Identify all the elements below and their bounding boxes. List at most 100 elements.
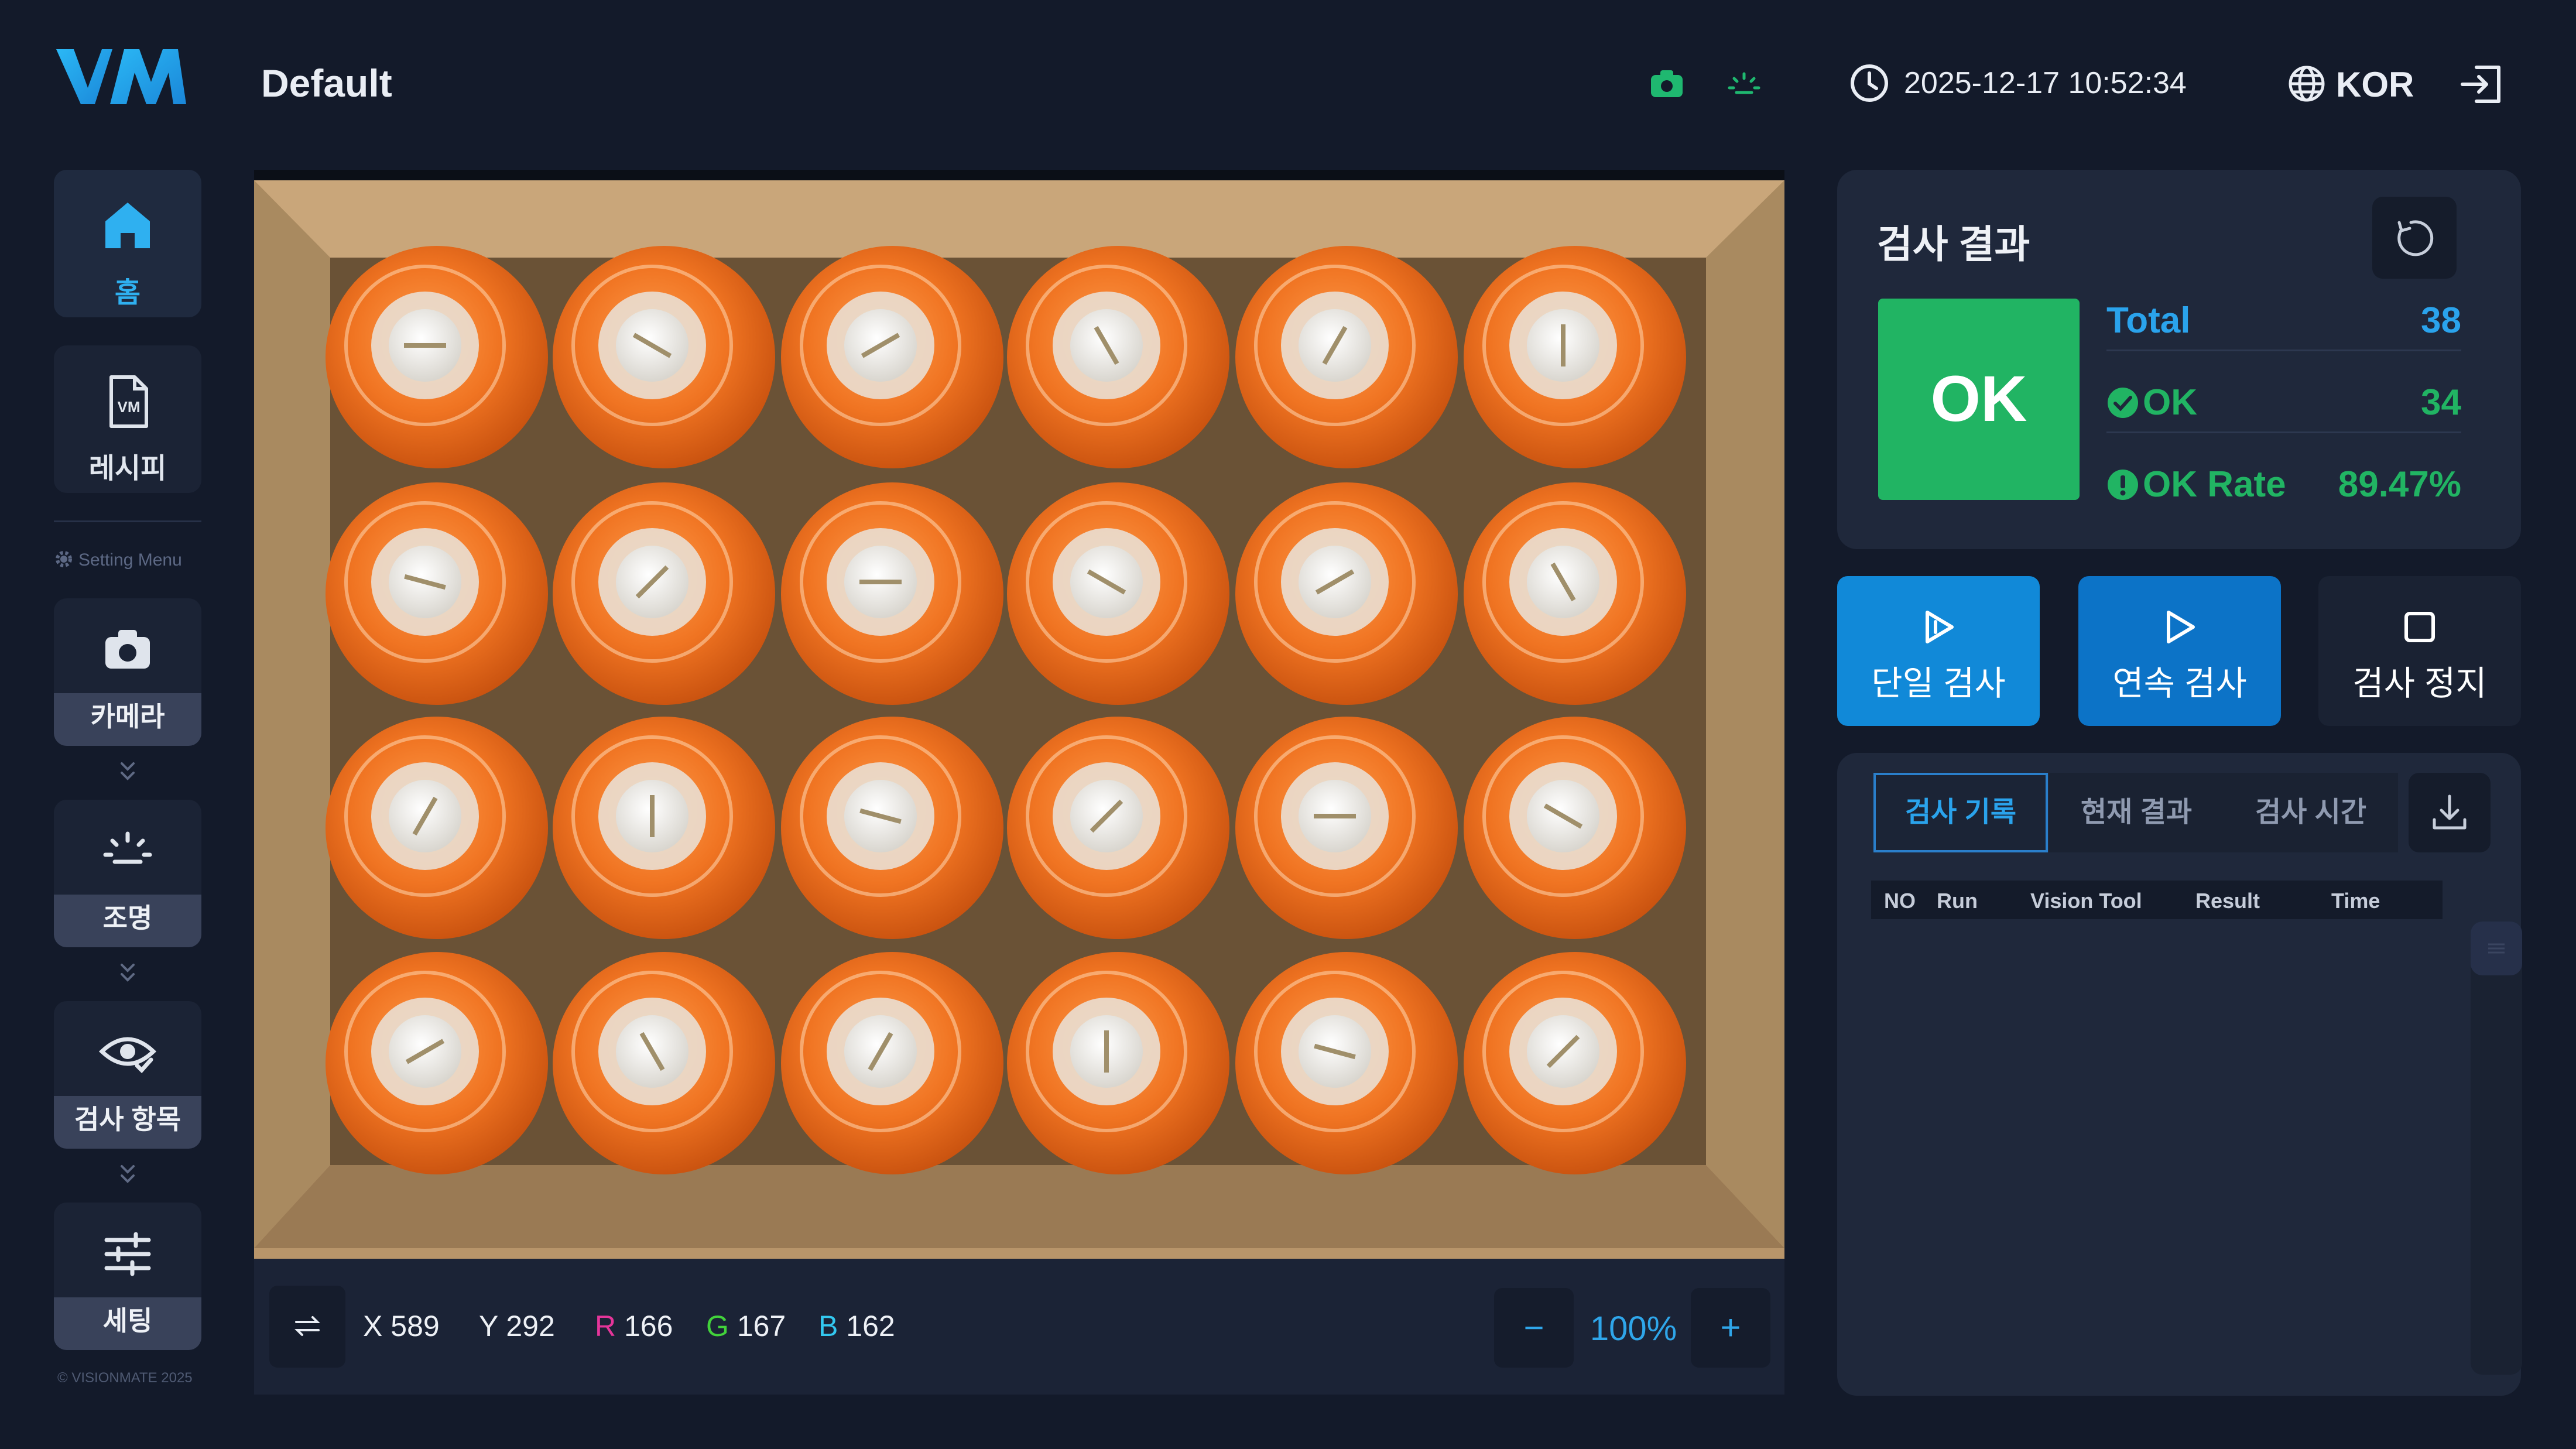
bottle-cap [1464, 717, 1686, 939]
svg-text:VM: VM [118, 398, 141, 416]
single-inspection-button[interactable]: 단일 검사 [1837, 576, 2040, 726]
stop-inspection-button[interactable]: 검사 정지 [2318, 576, 2521, 726]
light-status-icon [1728, 72, 1760, 94]
single-inspection-label: 단일 검사 [1871, 664, 2006, 703]
bottle-cap [781, 717, 1003, 939]
setting-menu-heading: Setting Menu [54, 549, 182, 570]
green-value: G 167 [706, 1310, 786, 1342]
visionmate-logo [56, 49, 186, 104]
sidebar-item-camera-label: 카메라 [90, 701, 165, 732]
chevron-down-icon [121, 762, 135, 780]
bottle-cap [326, 952, 548, 1174]
inspection-image-viewport[interactable] [254, 170, 1784, 1259]
bottle-cap [1464, 246, 1686, 468]
ok-count-row: OK 34 [2106, 369, 2461, 433]
bottle-cap [553, 717, 775, 939]
refresh-icon [2397, 220, 2434, 256]
play-icon [2167, 611, 2195, 643]
download-log-button[interactable] [2409, 773, 2491, 852]
bottle-cap [553, 952, 775, 1174]
sidebar-item-recipe-label: 레시피 [88, 453, 167, 484]
language-selector[interactable]: KOR [2336, 64, 2414, 105]
bottle-cap [1235, 717, 1458, 939]
tab-inspection-time[interactable]: 검사 시간 [2224, 773, 2398, 852]
zoom-out-button[interactable]: − [1494, 1288, 1574, 1368]
sidebar-item-home-label: 홈 [114, 278, 141, 309]
bottle-cap [781, 246, 1003, 468]
result-status-badge: OK [1878, 299, 2080, 500]
bottle-cap [553, 482, 775, 705]
sidebar-item-settings-label: 세팅 [102, 1306, 153, 1336]
y-coordinate: Y 292 [479, 1310, 555, 1342]
sidebar-item-inspection[interactable]: 검사 항목 [54, 1001, 201, 1149]
column-result: Result [2195, 889, 2260, 913]
camera-icon [105, 630, 150, 669]
bottle-cap [1235, 246, 1458, 468]
stop-icon [2404, 612, 2435, 642]
sidebar-item-lighting-label: 조명 [102, 903, 153, 933]
log-scroll-thumb[interactable] [2471, 922, 2522, 975]
red-value: R 166 [595, 1310, 673, 1342]
column-time: Time [2331, 889, 2380, 913]
recipe-title: Default [261, 61, 392, 105]
bottle-cap [1007, 717, 1229, 939]
total-count-row: Total 38 [2106, 287, 2461, 351]
sidebar-item-recipe[interactable]: VM 레시피 [54, 345, 201, 493]
bottle-cap [1464, 952, 1686, 1174]
grip-icon [2488, 943, 2505, 954]
result-title: 검사 결과 [1877, 222, 2030, 266]
continuous-inspection-label: 연속 검사 [2112, 664, 2247, 703]
sidebar-item-settings[interactable]: 세팅 [54, 1203, 201, 1350]
sidebar-item-lighting[interactable]: 조명 [54, 800, 201, 947]
current-datetime: 2025-12-17 10:52:34 [1904, 66, 2187, 100]
bottle-cap [1007, 246, 1229, 468]
swap-view-button[interactable] [269, 1286, 345, 1368]
check-circle-icon [2108, 388, 2138, 418]
column-run: Run [1937, 889, 1978, 913]
camera-status-icon [1651, 70, 1683, 97]
bottle-cap [1007, 482, 1229, 705]
tab-current-result[interactable]: 현재 결과 [2049, 773, 2224, 852]
zoom-in-button[interactable]: + [1691, 1288, 1770, 1368]
bottle-cap [1235, 952, 1458, 1174]
sidebar-item-home[interactable]: 홈 [54, 170, 201, 317]
globe-icon[interactable] [2287, 64, 2327, 104]
swap-icon [294, 1316, 320, 1336]
continuous-inspection-button[interactable]: 연속 검사 [2078, 576, 2281, 726]
alert-circle-icon [2108, 470, 2138, 500]
gear-icon [56, 551, 72, 567]
bottle-cap [1464, 482, 1686, 705]
bottle-cap [326, 717, 548, 939]
reset-count-button[interactable] [2372, 197, 2457, 279]
column-vision-tool: Vision Tool [2030, 889, 2142, 913]
copyright: © VISIONMATE 2025 [57, 1370, 193, 1386]
chevron-down-icon [121, 1165, 135, 1183]
download-icon [2433, 794, 2467, 830]
zoom-level: 100% [1590, 1310, 1677, 1348]
recipe-file-icon: VM [109, 375, 148, 428]
home-icon [105, 203, 150, 248]
inspection-image [254, 180, 1784, 1259]
bottle-cap [553, 246, 775, 468]
eye-check-icon [98, 1037, 157, 1074]
column-no: NO [1884, 889, 1916, 913]
ok-rate-row: OK Rate 89.47% [2106, 451, 2461, 515]
bottle-cap [326, 246, 548, 468]
setting-menu-label: Setting Menu [78, 550, 182, 570]
clock-icon [1851, 64, 1888, 102]
logout-icon[interactable] [2459, 64, 2503, 105]
sidebar-item-camera[interactable]: 카메라 [54, 598, 201, 746]
sidebar-divider [54, 520, 201, 522]
play-once-icon [1926, 611, 1954, 643]
x-coordinate: X 589 [363, 1310, 440, 1342]
sliders-icon [104, 1232, 151, 1276]
bottle-cap [1235, 482, 1458, 705]
log-scrollbar[interactable] [2471, 922, 2522, 1375]
bottle-cap [326, 482, 548, 705]
bottle-cap [1007, 952, 1229, 1174]
bottle-cap [781, 952, 1003, 1174]
stop-inspection-label: 검사 정지 [2352, 664, 2487, 703]
light-icon [103, 831, 152, 864]
tab-inspection-history[interactable]: 검사 기록 [1873, 773, 2048, 852]
bottle-cap [781, 482, 1003, 705]
